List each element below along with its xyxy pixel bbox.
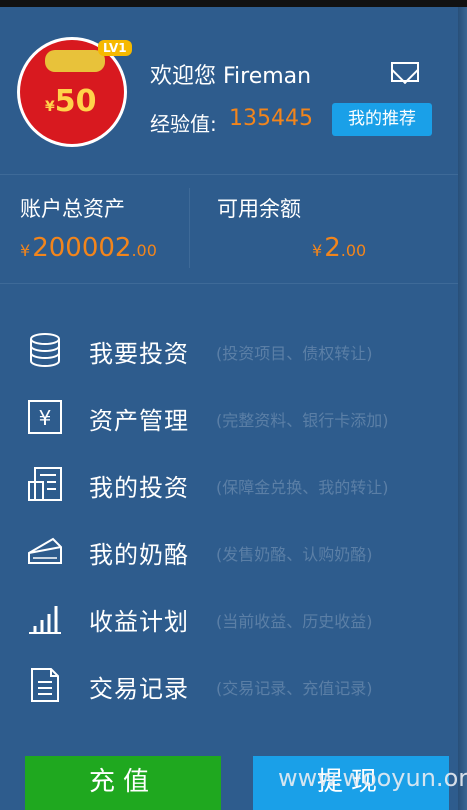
available-balance-amount: ¥2.00 — [312, 233, 367, 263]
menu-subtitle: (发售奶酪、认购奶酪) — [216, 545, 373, 564]
menu-item-income-plan[interactable]: 收益计划 (当前收益、历史收益) — [0, 588, 458, 655]
menu-item-my-investment[interactable]: 我的投资 (保障金兑换、我的转让) — [0, 454, 458, 521]
menu-title: 资产管理 — [89, 407, 189, 435]
experience-label: 经验值: — [150, 112, 217, 136]
level-badge: LV1 — [98, 40, 132, 56]
gold-coins — [45, 50, 105, 72]
documents-icon — [28, 467, 62, 501]
divider — [0, 174, 458, 175]
experience-value: 135445 — [229, 106, 313, 131]
menu-title: 收益计划 — [89, 608, 189, 636]
menu-subtitle: (投资项目、债权转让) — [216, 344, 373, 363]
menu-title: 我的投资 — [89, 474, 189, 502]
avatar-currency: ¥ — [45, 99, 55, 115]
menu-item-asset-management[interactable]: ¥ 资产管理 (完整资料、银行卡添加) — [0, 387, 458, 454]
menu-item-transaction-records[interactable]: 交易记录 (交易记录、充值记录) — [0, 655, 458, 722]
yen-document-icon: ¥ — [28, 400, 62, 434]
menu-subtitle: (保障金兑换、我的转让) — [216, 478, 389, 497]
database-icon — [30, 333, 60, 367]
menu-item-my-cheese[interactable]: 我的奶酪 (发售奶酪、认购奶酪) — [0, 521, 458, 588]
svg-text:¥: ¥ — [39, 406, 52, 430]
welcome-text: 欢迎您 Fireman — [150, 64, 312, 89]
bar-chart-icon — [29, 606, 61, 634]
panel-edge-shadow — [458, 7, 467, 810]
record-list-icon — [31, 668, 59, 702]
mail-icon[interactable] — [391, 62, 419, 82]
divider — [0, 283, 458, 284]
avatar-amount: 50 — [54, 84, 97, 119]
menu-item-invest[interactable]: 我要投资 (投资项目、债权转让) — [0, 320, 458, 387]
watermark: www.wooyun.org — [278, 764, 467, 792]
total-assets-amount: ¥200002.00 — [20, 233, 157, 263]
menu-subtitle: (完整资料、银行卡添加) — [216, 411, 389, 430]
status-bar — [0, 0, 467, 7]
total-assets-label: 账户总资产 — [20, 197, 125, 221]
menu-title: 交易记录 — [89, 675, 189, 703]
menu-title: 我的奶酪 — [89, 541, 189, 569]
my-recommend-button[interactable]: 我的推荐 — [332, 103, 432, 136]
charge-button[interactable]: 充值 — [25, 756, 221, 810]
menu-subtitle: (当前收益、历史收益) — [216, 612, 373, 631]
menu-title: 我要投资 — [89, 340, 189, 368]
cheese-icon — [28, 537, 62, 564]
available-balance-label: 可用余额 — [217, 197, 301, 221]
vertical-divider — [189, 188, 190, 268]
menu-subtitle: (交易记录、充值记录) — [216, 679, 373, 698]
